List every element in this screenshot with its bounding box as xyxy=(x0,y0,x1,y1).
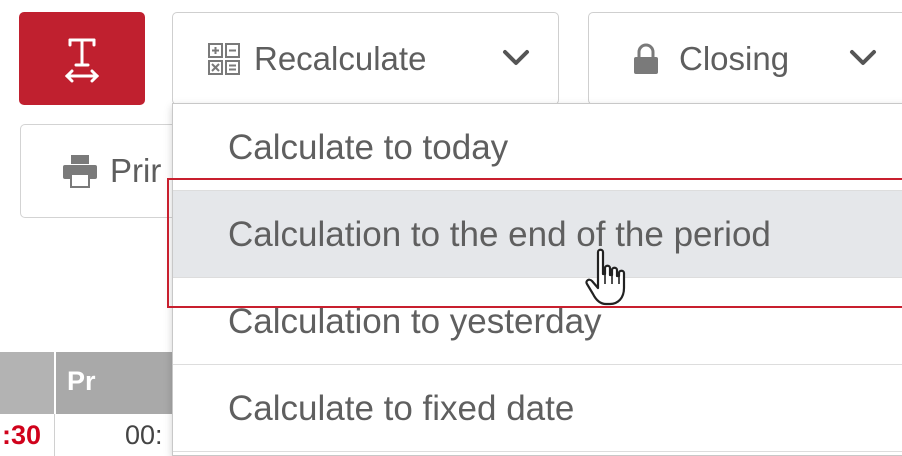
table-header: Pr xyxy=(0,352,180,414)
printer-icon xyxy=(63,155,97,188)
text-resize-icon xyxy=(64,38,100,82)
recalculate-dropdown-menu: Calculate to today Calculation to the en… xyxy=(172,103,902,456)
table-cell-time: 00: xyxy=(125,420,163,450)
text-format-button[interactable] xyxy=(19,12,145,105)
table-header-cell xyxy=(0,352,54,414)
print-label: Prir xyxy=(110,152,162,189)
lock-icon xyxy=(634,43,658,74)
menu-item-calculate-to-fixed-date[interactable]: Calculate to fixed date xyxy=(173,365,902,452)
table-row[interactable]: :30 00: xyxy=(0,414,180,456)
chevron-down-icon xyxy=(850,50,876,65)
menu-item-calculation-to-yesterday[interactable]: Calculation to yesterday xyxy=(173,278,902,365)
calculator-grid-icon xyxy=(208,42,240,75)
column-divider xyxy=(54,352,56,414)
closing-label: Closing xyxy=(679,39,790,77)
table-header-label: Pr xyxy=(67,366,96,396)
chevron-down-icon xyxy=(503,50,529,65)
table-cell-time-red: :30 xyxy=(2,420,42,450)
menu-item-calculation-to-end-of-period[interactable]: Calculation to the end of the period xyxy=(173,191,902,278)
recalculate-dropdown-button[interactable]: Recalculate xyxy=(172,12,559,105)
menu-item-calculate-to-today[interactable]: Calculate to today xyxy=(173,104,902,191)
closing-dropdown-button[interactable]: Closing xyxy=(588,12,902,105)
hand-pointer-icon xyxy=(585,248,626,306)
recalculate-label: Recalculate xyxy=(254,39,427,77)
column-divider xyxy=(54,414,55,456)
